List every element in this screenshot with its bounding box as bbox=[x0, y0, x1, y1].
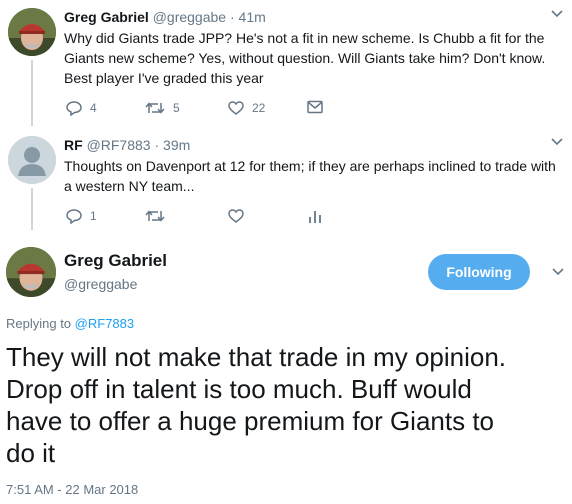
main-tweet-text-line: Drop off in talent is too much. Buff wou… bbox=[6, 374, 472, 404]
tweet1-message-button[interactable] bbox=[307, 100, 323, 114]
reply-icon bbox=[66, 101, 82, 116]
tweet1-author-name[interactable]: Greg Gabriel bbox=[64, 9, 149, 25]
envelope-icon bbox=[307, 100, 323, 114]
tweet1-text: Why did Giants trade JPP? He's not a fit… bbox=[64, 28, 564, 88]
retweet-icon bbox=[145, 210, 165, 222]
tweet1-time[interactable]: 41m bbox=[239, 9, 266, 25]
tweet1-like-count: 22 bbox=[252, 101, 266, 115]
tweet2-retweet-button[interactable] bbox=[145, 208, 165, 224]
tweet2-text: Thoughts on Davenport at 12 for them; if… bbox=[64, 156, 564, 196]
tweet2-reply-count: 1 bbox=[90, 209, 97, 223]
thread-line bbox=[31, 60, 33, 126]
avatar-greg-gabriel-main[interactable] bbox=[6, 247, 56, 297]
tweet2-reply-button[interactable]: 1 bbox=[66, 208, 97, 224]
thread-line bbox=[31, 188, 33, 230]
main-author-handle[interactable]: @greggabe bbox=[64, 276, 137, 292]
tweet1-text-line: Why did Giants trade JPP? He's not a fit… bbox=[64, 30, 545, 46]
heart-icon bbox=[228, 209, 244, 223]
tweet2-text-line: a western NY team... bbox=[64, 178, 195, 194]
replying-to-link[interactable]: @RF7883 bbox=[75, 316, 134, 331]
tweet1-menu-chevron-icon[interactable] bbox=[551, 8, 563, 22]
tweet2-time[interactable]: 39m bbox=[163, 137, 190, 153]
main-menu-chevron-icon[interactable] bbox=[552, 266, 564, 280]
tweet1-text-line: Best player I've graded this year bbox=[64, 70, 264, 86]
tweet1-retweet-count: 5 bbox=[173, 101, 180, 115]
main-timestamp[interactable]: 7:51 AM - 22 Mar 2018 bbox=[6, 482, 138, 497]
tweet2-like-button[interactable] bbox=[228, 208, 244, 224]
main-tweet-text-line: have to offer a huge premium for Giants … bbox=[6, 406, 495, 436]
tweet1-text-line: Giants new scheme? Yes, without question… bbox=[64, 50, 546, 66]
main-tweet-text: They will not make that trade in my opin… bbox=[6, 341, 566, 469]
following-button[interactable]: Following bbox=[428, 254, 530, 290]
tweet2-analytics-button[interactable] bbox=[308, 208, 322, 224]
tweet1-reply-count: 4 bbox=[90, 101, 97, 115]
tweet1-retweet-button[interactable]: 5 bbox=[145, 100, 180, 116]
replying-to-prefix: Replying to bbox=[6, 316, 72, 331]
tweet2-dot: · bbox=[150, 137, 164, 153]
heart-icon bbox=[228, 101, 244, 115]
tweet1-author-handle[interactable]: @greggabe bbox=[153, 9, 226, 25]
tweet2-menu-chevron-icon[interactable] bbox=[551, 136, 563, 150]
replying-to-line: Replying to @RF7883 bbox=[6, 316, 134, 331]
tweet2-text-line: Thoughts on Davenport at 12 for them; if… bbox=[64, 158, 556, 174]
analytics-icon bbox=[309, 211, 321, 223]
reply-icon bbox=[66, 209, 82, 224]
tweet1-like-button[interactable]: 22 bbox=[228, 100, 265, 116]
avatar-rf-default[interactable] bbox=[8, 136, 56, 184]
tweet2-header: RF @RF7883 · 39m bbox=[64, 137, 190, 153]
main-tweet-text-line: do it bbox=[6, 438, 56, 468]
main-author-name[interactable]: Greg Gabriel bbox=[64, 251, 167, 271]
avatar-greg-gabriel[interactable] bbox=[8, 8, 56, 56]
retweet-icon bbox=[145, 102, 165, 114]
tweet2-author-handle[interactable]: @RF7883 bbox=[87, 137, 151, 153]
tweet1-header: Greg Gabriel @greggabe · 41m bbox=[64, 9, 266, 25]
tweet1-dot: · bbox=[226, 9, 239, 25]
tweet1-reply-button[interactable]: 4 bbox=[66, 100, 97, 116]
main-tweet-text-line: They will not make that trade in my opin… bbox=[6, 342, 507, 372]
tweet2-author-name[interactable]: RF bbox=[64, 137, 83, 153]
